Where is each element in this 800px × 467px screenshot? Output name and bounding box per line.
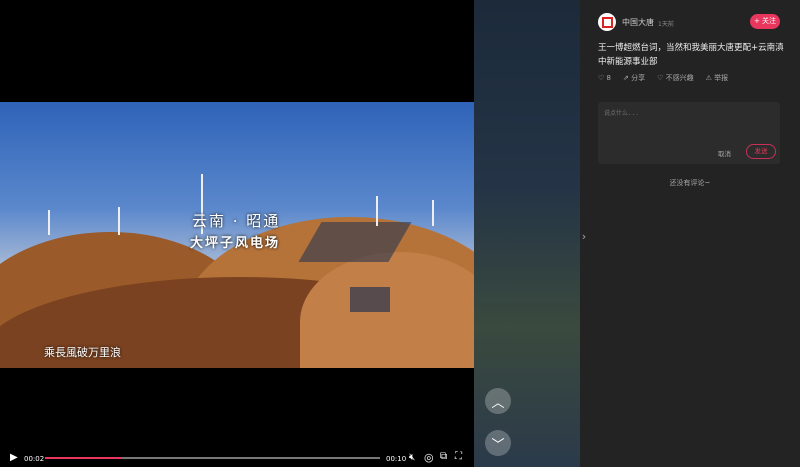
caption-site: 大坪子风电场 — [190, 236, 281, 251]
share-label: 分享 — [631, 74, 646, 82]
post-text: 王一博超燃台词，当然和我美丽大唐更配+云南滇中新能源事业部 — [598, 43, 784, 67]
fullscreen-icon[interactable]: ⛶ — [455, 451, 462, 462]
not-interested-button[interactable]: ♡ 不感兴趣 — [657, 73, 694, 83]
chevron-right-icon: › — [581, 229, 587, 243]
collapse-panel-button[interactable]: › — [578, 225, 590, 247]
progress-bar[interactable] — [45, 457, 380, 459]
not-interested-label: 不感兴趣 — [665, 74, 694, 82]
next-video-button[interactable]: ﹀ — [485, 430, 511, 456]
rotate-icon[interactable]: ⧉ — [440, 451, 447, 462]
comment-box: 取消 发送 — [598, 102, 780, 164]
follow-button[interactable]: + 关注 — [750, 14, 780, 29]
report-label: 举报 — [714, 74, 729, 82]
share-button[interactable]: ⇗ 分享 — [623, 73, 645, 83]
like-count: 8 — [606, 74, 611, 82]
side-panel: 中国大唐 1天前 + 关注 王一博超燃台词，当然和我美丽大唐更配+云南滇中新能源… — [580, 0, 800, 467]
share-icon: ⇗ — [622, 74, 629, 82]
play-icon[interactable]: ▶ — [10, 452, 18, 463]
heart-icon: ♡ — [598, 74, 605, 82]
chevron-down-icon: ﹀ — [491, 437, 505, 453]
progress-fill — [45, 457, 123, 459]
video-frame[interactable]: 云南 · 昭通 大坪子风电场 乘長風破万里浪 — [0, 102, 474, 368]
duration: 00:10 — [386, 455, 407, 463]
post-time: 1天前 — [658, 21, 674, 28]
avatar[interactable] — [598, 13, 616, 31]
caption-place: 云南 · 昭通 — [192, 212, 281, 230]
send-button[interactable]: 发送 — [746, 144, 776, 159]
comment-input[interactable] — [598, 102, 780, 142]
video-player[interactable]: 云南 · 昭通 大坪子风电场 乘長風破万里浪 ▶ 00:02 00:10 🔇︎ … — [0, 0, 474, 467]
broken-heart-icon: ♡ — [657, 74, 664, 82]
current-time: 00:02 — [24, 455, 45, 463]
target-icon[interactable]: ◎ — [424, 451, 434, 464]
author-name[interactable]: 中国大唐 — [622, 17, 654, 28]
chevron-up-icon: ︿ — [491, 395, 505, 411]
caption-slogan: 乘長風破万里浪 — [44, 346, 121, 359]
like-button[interactable]: ♡ 8 — [598, 74, 611, 82]
empty-comments-text: 还没有评论~ — [669, 179, 711, 187]
report-button[interactable]: ⚠ 举报 — [706, 73, 729, 83]
cancel-button[interactable]: 取消 — [718, 148, 731, 158]
previous-video-button[interactable]: ︿ — [485, 388, 511, 414]
mute-icon[interactable]: 🔇︎ — [409, 452, 415, 463]
warning-icon: ⚠ — [705, 74, 712, 82]
